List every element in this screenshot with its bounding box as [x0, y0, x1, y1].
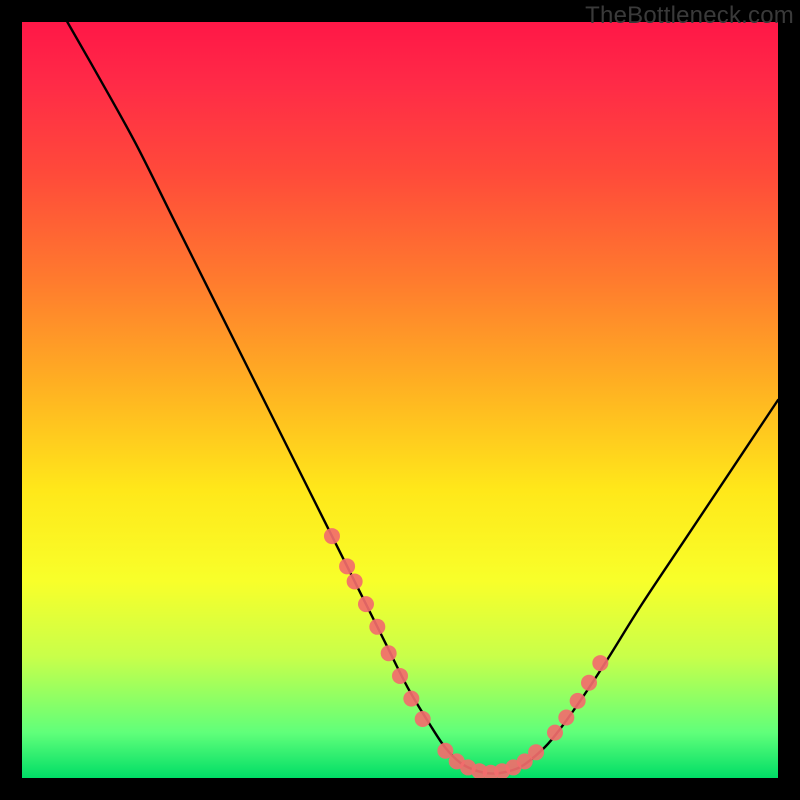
marker-dot [570, 693, 586, 709]
marker-dot [381, 645, 397, 661]
marker-dot [324, 528, 340, 544]
plot-svg [22, 22, 778, 778]
bottleneck-curve [67, 22, 778, 774]
marker-dot [392, 668, 408, 684]
marker-dot [528, 744, 544, 760]
marker-dot [581, 675, 597, 691]
marker-dot [339, 558, 355, 574]
plot-area [22, 22, 778, 778]
marker-dot [358, 596, 374, 612]
bottleneck-chart: TheBottleneck.com [0, 0, 800, 800]
marker-dot [558, 710, 574, 726]
data-markers [324, 528, 608, 778]
marker-dot [347, 573, 363, 589]
watermark-text: TheBottleneck.com [585, 2, 794, 30]
marker-dot [415, 711, 431, 727]
marker-dot [592, 655, 608, 671]
marker-dot [369, 619, 385, 635]
marker-dot [403, 691, 419, 707]
marker-dot [547, 725, 563, 741]
